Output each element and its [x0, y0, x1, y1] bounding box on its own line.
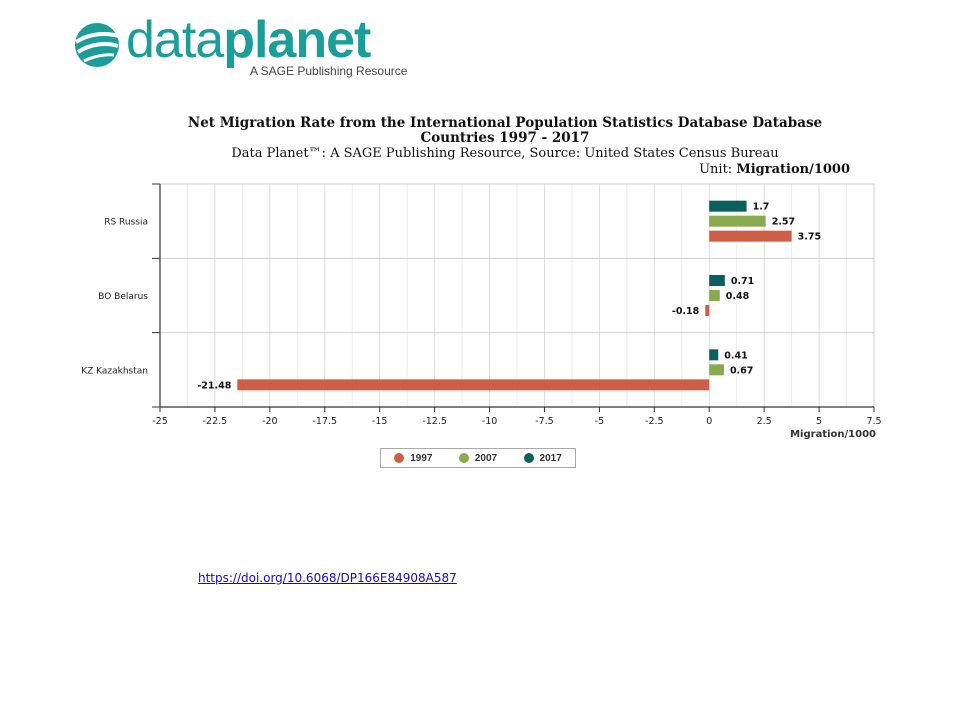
data-label: 2.57	[772, 217, 795, 228]
x-tick-label: 0	[706, 416, 712, 427]
x-tick-label: -5	[595, 416, 604, 427]
x-tick-label: -10	[482, 416, 498, 427]
category-label: KZ Kazakhstan	[81, 366, 148, 376]
data-label: 0.67	[730, 365, 753, 376]
x-tick-label: -12.5	[422, 416, 447, 427]
legend-dot-2017	[523, 453, 534, 463]
legend-item-2007[interactable]: 2007	[458, 452, 498, 464]
chart-legend: 1997 2007 2017	[380, 448, 576, 468]
x-tick-label: -22.5	[203, 416, 228, 427]
bar-2017	[709, 200, 747, 212]
x-axis-label: Migration/1000	[790, 429, 876, 440]
x-tick-label: 5	[816, 416, 822, 427]
legend-label-2017: 2017	[539, 452, 562, 464]
legend-dot-1997	[394, 453, 405, 463]
x-tick-label: -15	[372, 416, 388, 427]
x-tick-label: 2.5	[757, 416, 772, 427]
x-tick-label: -25	[152, 416, 168, 427]
x-tick-label: -20	[262, 416, 278, 427]
x-tick-label: -7.5	[535, 416, 554, 427]
legend-label-2007: 2007	[474, 452, 498, 464]
data-label: -0.18	[672, 306, 700, 317]
data-label: 0.71	[731, 276, 754, 287]
legend-label-1997: 1997	[410, 452, 433, 464]
legend-item-1997[interactable]: 1997	[394, 453, 432, 464]
bar-2007	[709, 215, 766, 227]
data-label: -21.48	[197, 380, 231, 391]
category-label: BO Belarus	[98, 292, 148, 302]
legend-dot-2007	[458, 453, 469, 463]
bar-1997	[705, 305, 710, 316]
data-label: 0.41	[724, 350, 747, 361]
x-tick-label: 7.5	[866, 416, 881, 427]
category-label: RS Russia	[104, 218, 148, 228]
data-label: 3.75	[798, 232, 821, 243]
bar-2017	[709, 349, 719, 361]
bar-1997	[709, 230, 792, 242]
x-tick-label: -2.5	[645, 416, 664, 427]
data-label: 0.48	[726, 291, 750, 302]
bar-2007	[709, 290, 720, 301]
doi-link[interactable]: https://doi.org/10.6068/DP166E84908A587	[198, 571, 457, 585]
bar-1997	[237, 379, 710, 391]
data-label: 1.7	[753, 202, 770, 213]
bar-chart: -25 -22.5 -20 -17.5 -15 -12.5 -10 -7.5 -5 -2.5 0 2.…	[81, 183, 882, 440]
bar-2007	[709, 364, 724, 376]
bar-2017	[709, 275, 725, 286]
legend-item-2017[interactable]: 2017	[523, 452, 562, 464]
x-tick-label: -17.5	[312, 416, 337, 427]
